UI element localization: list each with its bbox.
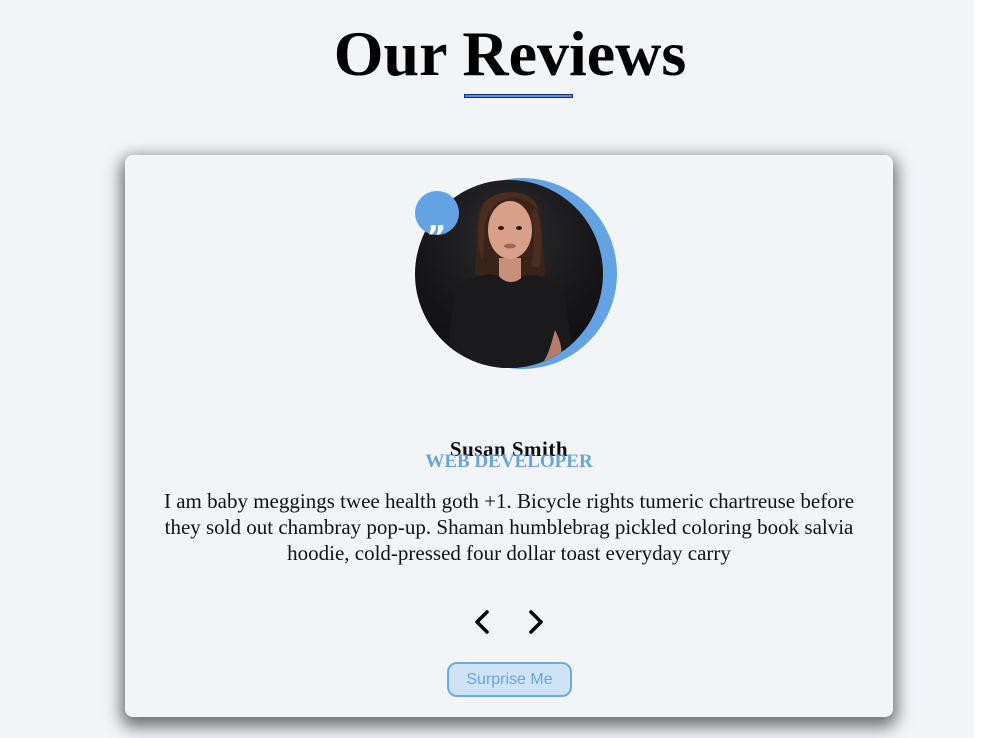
prev-button[interactable] <box>471 608 495 636</box>
chevron-left-icon <box>475 610 489 634</box>
next-button[interactable] <box>523 608 547 636</box>
surprise-me-button[interactable]: Surprise Me <box>447 662 572 697</box>
page-title: Our Reviews <box>333 18 687 89</box>
review-text: I am baby meggings twee health goth +1. … <box>163 489 855 565</box>
title-underline <box>464 94 573 98</box>
quote-icon: „ <box>415 191 459 239</box>
reviewer-job: WEB DEVELOPER <box>425 451 593 472</box>
review-card: „ Susan Smith WEB DEVELOPER I am baby me… <box>125 155 893 717</box>
chevron-right-icon <box>529 610 543 634</box>
